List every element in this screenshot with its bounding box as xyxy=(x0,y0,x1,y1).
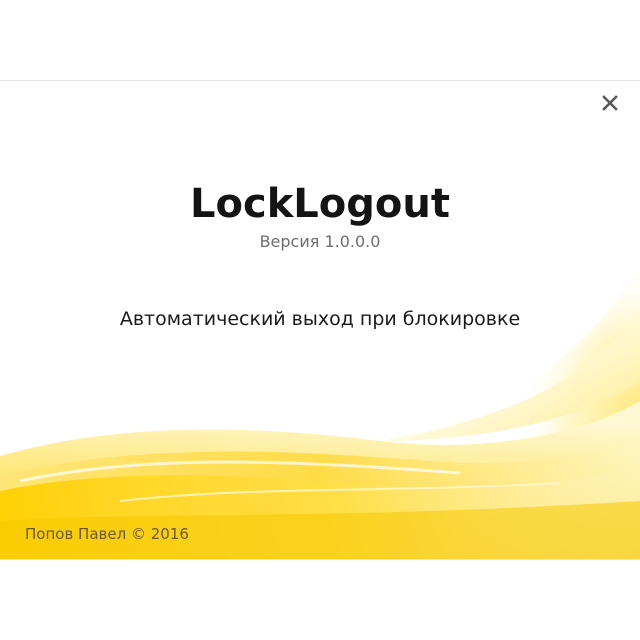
app-version: Версия 1.0.0.0 xyxy=(259,232,381,251)
copyright-text: Попов Павел © 2016 xyxy=(25,525,189,543)
close-button[interactable] xyxy=(598,91,622,115)
splash-window: LockLogout Версия 1.0.0.0 Автоматический… xyxy=(0,80,640,560)
app-description: Автоматический выход при блокировке xyxy=(119,308,521,330)
app-title: LockLogout xyxy=(190,181,450,227)
close-icon xyxy=(602,95,618,111)
